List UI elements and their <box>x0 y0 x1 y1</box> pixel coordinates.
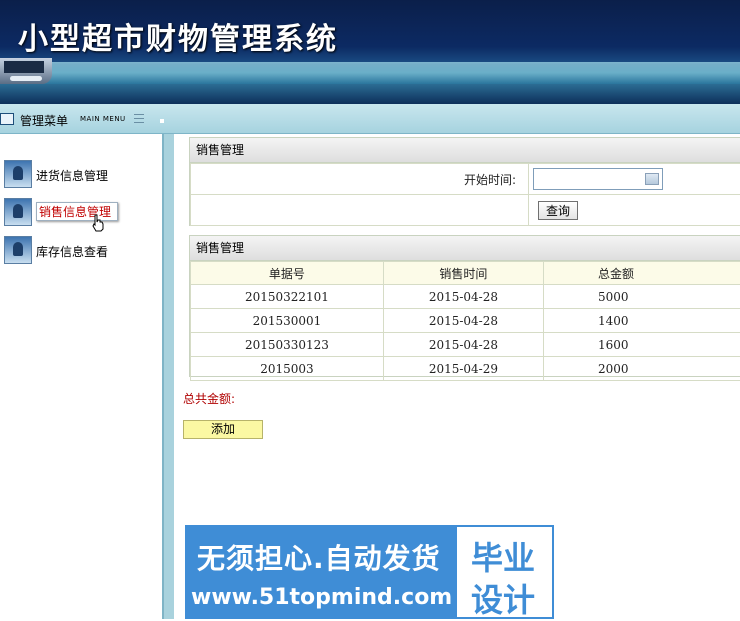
hand-cursor-icon <box>92 214 104 232</box>
sales-table: 单据号 销售时间 总金额 20150322101 2015-04-28 5000… <box>190 261 740 381</box>
start-time-cell <box>529 164 740 195</box>
sidebar: 进货信息管理 销售信息管理 库存信息查看 <box>0 134 164 619</box>
cell-id: 20150330123 <box>191 333 384 357</box>
menu-title: 管理菜单 <box>20 112 68 129</box>
sidebar-divider <box>164 134 174 619</box>
column-header-amount: 总金额 <box>543 262 740 285</box>
cell-amount: 1400 <box>543 309 740 333</box>
table-header-row: 单据号 销售时间 总金额 <box>191 262 740 285</box>
table-row[interactable]: 20150330123 2015-04-28 1600 <box>191 333 740 357</box>
search-panel: 销售管理 开始时间: 查询 <box>189 137 740 226</box>
empty-cell <box>191 195 529 226</box>
sidebar-item-label: 库存信息查看 <box>36 243 108 260</box>
sales-list-panel: 销售管理 单据号 销售时间 总金额 20150322101 2015-04-28… <box>189 235 740 377</box>
search-panel-title: 销售管理 <box>190 138 740 163</box>
table-row[interactable]: 201530001 2015-04-28 1400 <box>191 309 740 333</box>
menu-subtitle: MAIN MENU <box>80 115 126 123</box>
menu-lines-icon <box>134 114 144 123</box>
menu-bar: 管理菜单 MAIN MENU <box>0 104 740 134</box>
start-time-input[interactable] <box>533 168 663 190</box>
cell-id: 2015003 <box>191 357 384 381</box>
cell-amount: 1600 <box>543 333 740 357</box>
cell-time: 2015-04-28 <box>383 285 543 309</box>
sidebar-item-sales[interactable]: 销售信息管理 <box>4 198 164 226</box>
user-icon <box>4 236 32 264</box>
cell-time: 2015-04-28 <box>383 309 543 333</box>
app-header: 小型超市财物管理系统 <box>0 0 740 104</box>
table-row[interactable]: 20150322101 2015-04-28 5000 <box>191 285 740 309</box>
watermark-banner: 无须担心.自动发货 www.51topmind.com 毕业 设计 <box>185 525 554 619</box>
column-header-time: 销售时间 <box>383 262 543 285</box>
start-time-label: 开始时间: <box>191 164 529 195</box>
user-icon <box>4 198 32 226</box>
monitor-icon <box>0 58 52 84</box>
query-cell: 查询 <box>529 195 740 226</box>
sidebar-item-label: 进货信息管理 <box>36 167 108 184</box>
watermark-badge: 毕业 设计 <box>457 527 552 617</box>
cell-time: 2015-04-28 <box>383 333 543 357</box>
total-amount-label: 总共金额: <box>183 390 235 407</box>
cell-amount: 5000 <box>543 285 740 309</box>
watermark-badge-line1: 毕业 <box>471 533 535 579</box>
query-button[interactable]: 查询 <box>538 201 578 220</box>
menu-dot-icon <box>160 119 164 123</box>
cell-time: 2015-04-29 <box>383 357 543 381</box>
search-form: 开始时间: 查询 <box>190 163 740 226</box>
calendar-icon[interactable] <box>645 173 659 185</box>
book-icon <box>0 113 14 125</box>
column-header-id: 单据号 <box>191 262 384 285</box>
cell-id: 20150322101 <box>191 285 384 309</box>
watermark-url: www.51topmind.com <box>191 585 452 610</box>
sidebar-item-label: 销售信息管理 <box>36 202 118 221</box>
user-icon <box>4 160 32 188</box>
list-panel-title: 销售管理 <box>190 236 740 261</box>
add-button[interactable]: 添加 <box>183 420 263 439</box>
header-glass-band <box>0 62 740 84</box>
watermark-slogan: 无须担心.自动发货 <box>197 537 441 577</box>
sidebar-item-purchase[interactable]: 进货信息管理 <box>4 160 164 188</box>
sidebar-item-inventory[interactable]: 库存信息查看 <box>4 236 164 264</box>
cell-id: 201530001 <box>191 309 384 333</box>
app-title: 小型超市财物管理系统 <box>18 14 338 58</box>
table-row[interactable]: 2015003 2015-04-29 2000 <box>191 357 740 381</box>
cell-amount: 2000 <box>543 357 740 381</box>
watermark-badge-line2: 设计 <box>471 575 535 621</box>
date-picker[interactable] <box>533 168 663 190</box>
